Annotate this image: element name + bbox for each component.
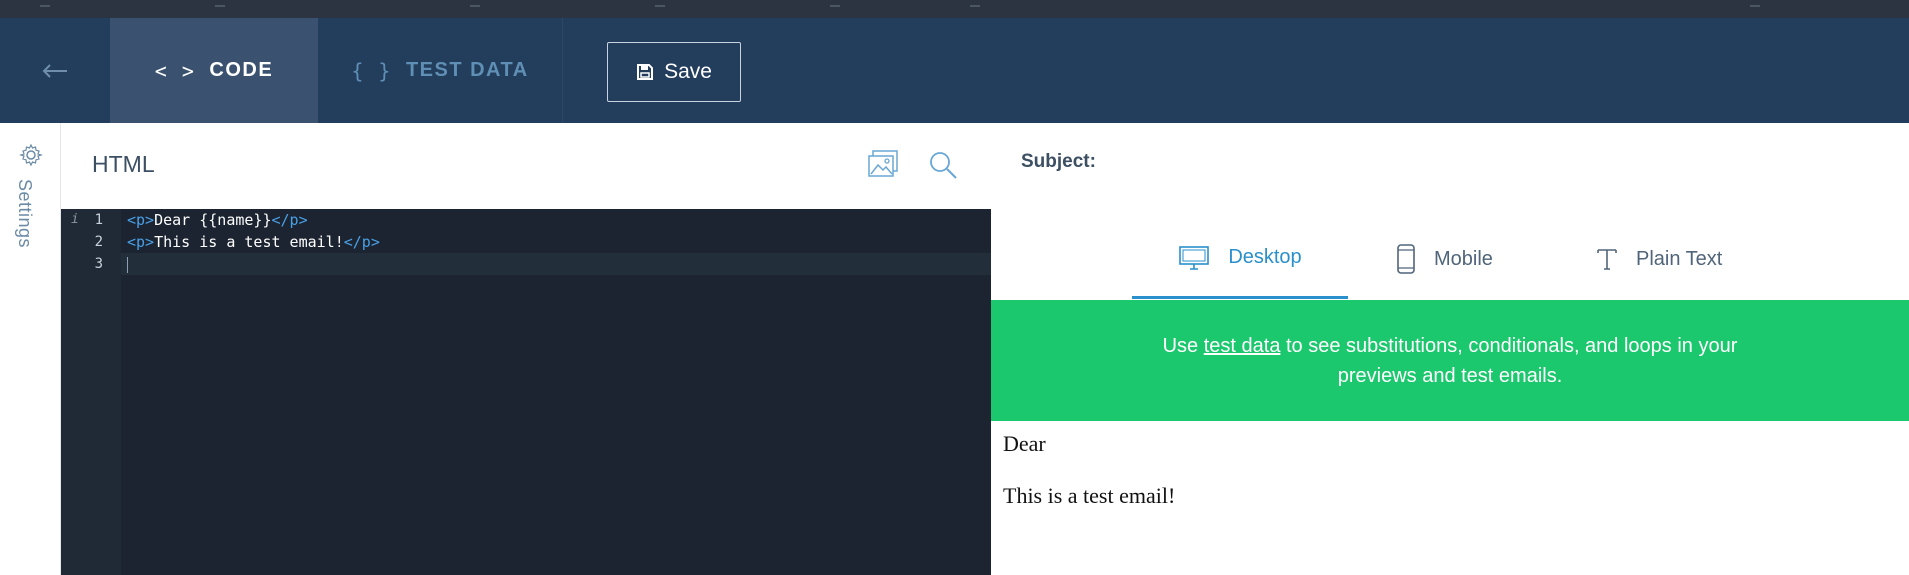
code-line: i 1 <p>Dear {{name}}</p> <box>61 209 991 231</box>
tab-desktop[interactable]: Desktop <box>1132 219 1348 299</box>
code-content: This is a test email! <box>154 233 344 251</box>
banner-text: Use test data to see substitutions, cond… <box>1151 331 1749 391</box>
text-caret <box>127 257 128 273</box>
save-button-label: Save <box>664 60 712 83</box>
settings-rail[interactable]: Settings <box>0 123 61 575</box>
preview-view-tabs: Desktop Mobile Plain Text <box>991 219 1909 299</box>
arrow-left-icon <box>42 63 67 78</box>
strip-marker <box>655 0 665 7</box>
image-library-icon[interactable] <box>867 149 899 179</box>
tab-test-data-label: TEST DATA <box>405 59 529 81</box>
line-number: 1 <box>94 212 103 228</box>
strip-marker <box>830 0 840 7</box>
search-icon[interactable] <box>927 149 959 181</box>
tab-code-label: CODE <box>209 59 274 81</box>
tab-plain-text[interactable]: Plain Text <box>1596 219 1722 299</box>
settings-label: Settings <box>15 179 35 249</box>
code-text: <p>This is a test email!</p> <box>127 231 380 253</box>
email-paragraph: This is a test email! <box>1003 483 1176 508</box>
tab-plain-text-label: Plain Text <box>1636 247 1723 270</box>
strip-marker <box>1750 0 1760 7</box>
save-button[interactable]: Save <box>607 42 741 102</box>
editor-header: HTML <box>61 123 991 209</box>
subject-label: Subject: <box>1021 151 1096 172</box>
back-button[interactable] <box>0 18 110 123</box>
html-tag-close: </p> <box>343 233 380 251</box>
monitor-icon <box>1179 245 1210 270</box>
strip-marker <box>40 0 50 7</box>
code-text: <p>Dear {{name}}</p> <box>127 209 308 231</box>
html-tag-open: <p> <box>127 233 155 251</box>
code-line: 2 <p>This is a test email!</p> <box>61 231 991 253</box>
line-number: 3 <box>94 256 103 272</box>
curly-braces-icon: { } <box>351 58 392 83</box>
code-content: Dear {{name}} <box>154 211 272 229</box>
strip-marker <box>215 0 225 7</box>
code-line: 3 <box>61 253 991 275</box>
test-data-banner: Use test data to see substitutions, cond… <box>991 300 1909 421</box>
phone-icon <box>1397 244 1415 274</box>
browser-top-strip <box>0 0 1909 19</box>
html-tag-close: </p> <box>271 211 308 229</box>
preview-pane: Subject: Desktop Mobile Plain Text Use t… <box>991 123 1909 575</box>
tab-test-data[interactable]: { } TEST DATA <box>318 18 563 123</box>
code-editor[interactable]: i 1 <p>Dear {{name}}</p> 2 <p>This is a … <box>61 209 991 575</box>
strip-marker <box>970 0 980 7</box>
floppy-disk-icon <box>637 64 654 80</box>
code-brackets-icon: < > <box>154 58 196 83</box>
line-number: 2 <box>94 234 103 250</box>
strip-marker <box>470 0 480 7</box>
tab-code[interactable]: < > CODE <box>110 18 318 123</box>
text-icon <box>1597 249 1617 270</box>
tab-mobile[interactable]: Mobile <box>1396 219 1493 299</box>
tab-desktop-label: Desktop <box>1228 246 1302 268</box>
gear-icon <box>19 143 43 167</box>
email-paragraph: Dear <box>1003 431 1046 456</box>
editor-title: HTML <box>92 151 155 177</box>
banner-text-before: Use <box>1162 334 1204 357</box>
tab-mobile-label: Mobile <box>1434 247 1493 270</box>
html-tag-open: <p> <box>127 211 155 229</box>
email-preview-body: Dear This is a test email! <box>1003 431 1175 535</box>
top-navbar: < > CODE { } TEST DATA Save <box>0 18 1909 123</box>
test-data-link[interactable]: test data <box>1204 335 1281 357</box>
banner-text-after: to see substitutions, conditionals, and … <box>1280 334 1738 387</box>
